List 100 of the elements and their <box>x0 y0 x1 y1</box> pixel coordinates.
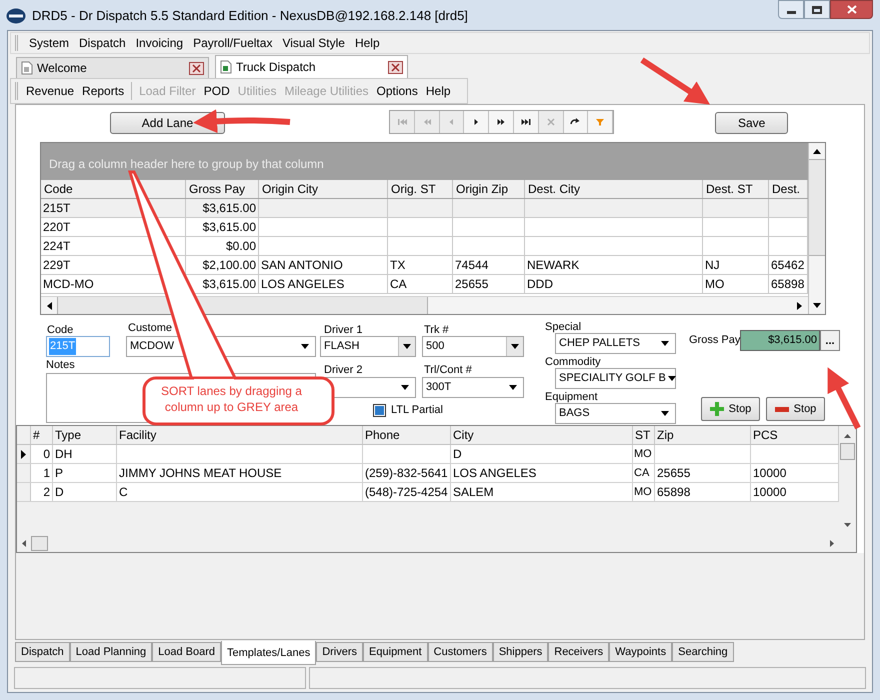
bottom-tab[interactable]: Dispatch <box>15 642 70 662</box>
bottom-tab[interactable]: Waypoints <box>609 642 672 662</box>
toolbar-item[interactable]: Revenue <box>22 82 78 100</box>
column-header[interactable]: Origin City <box>259 180 388 198</box>
funnel-icon <box>594 116 606 128</box>
column-header[interactable]: # <box>31 426 53 444</box>
column-header[interactable]: Orig. ST <box>388 180 453 198</box>
table-cell: LOS ANGELES <box>261 277 344 291</box>
field-label: Code <box>47 324 74 336</box>
caret-icon <box>511 344 519 349</box>
remove-stop-button[interactable]: Stop <box>766 397 825 421</box>
left-arrow-icon <box>46 302 52 310</box>
navigator-button[interactable] <box>514 111 539 133</box>
table-cell: MO <box>705 277 724 291</box>
table-cell: CA <box>390 277 407 291</box>
table-cell: MCD-MO <box>43 277 94 291</box>
table-cell: 1 <box>43 466 50 480</box>
bottom-tab[interactable]: Searching <box>672 642 734 662</box>
driver-dropdown[interactable]: FLASH <box>320 336 416 357</box>
checkbox-label: LTL Partial <box>391 403 443 418</box>
column-header[interactable]: Dest. ST <box>703 180 769 198</box>
truck-dropdown[interactable]: 500 <box>422 336 524 357</box>
maximize-button[interactable] <box>804 0 830 19</box>
menu-item[interactable]: Help <box>350 34 385 52</box>
table-cell: NEWARK <box>527 258 580 272</box>
close-icon[interactable] <box>388 60 403 74</box>
caret-icon <box>401 385 409 390</box>
table-row[interactable]: MCD-MO $3,615.00 LOS ANGELES CA 25655 DDD MO 65898 <box>41 275 808 294</box>
toolbar-item[interactable]: Options <box>372 82 422 100</box>
minimize-button[interactable] <box>778 0 804 19</box>
menu-item[interactable]: Payroll/Fueltax <box>188 34 278 52</box>
scrollbar-thumb[interactable] <box>31 536 48 551</box>
gross-pay-field[interactable]: $3,615.00 <box>740 330 820 351</box>
trailer-dropdown[interactable]: 300T <box>422 377 524 398</box>
table-cell: D <box>55 485 64 499</box>
caret-icon <box>301 344 309 349</box>
table-cell: 2 <box>43 485 50 499</box>
caret-icon <box>661 341 669 346</box>
navigator-button[interactable] <box>564 111 588 133</box>
current-row-icon <box>21 450 26 458</box>
bottom-tab[interactable]: Drivers <box>316 642 364 662</box>
document-tab[interactable]: Welcome <box>16 57 209 78</box>
table-row[interactable]: 229T $2,100.00 SAN ANTONIO TX 74544 NEWARK NJ 65462 <box>41 256 808 275</box>
toolbar-item[interactable]: Reports <box>78 82 128 100</box>
table-cell: (548)-725-4254 <box>365 485 448 499</box>
close-button[interactable] <box>830 0 873 19</box>
column-header[interactable]: Gross Pay <box>186 180 259 198</box>
menu-item[interactable]: Dispatch <box>74 34 131 52</box>
more-button[interactable]: ... <box>820 330 840 351</box>
toolbar-item[interactable]: POD <box>200 82 234 100</box>
bottom-tab[interactable]: Load Planning <box>70 642 152 662</box>
document-icon <box>220 60 232 74</box>
table-cell: 10000 <box>753 485 786 499</box>
close-icon[interactable] <box>189 62 204 74</box>
column-header[interactable]: Origin Zip <box>453 180 525 198</box>
toolbar-item[interactable]: Help <box>422 82 455 100</box>
up-arrow-icon <box>844 434 851 438</box>
save-button[interactable]: Save <box>715 112 788 134</box>
table-row[interactable]: 220T $3,615.00 <box>41 218 808 237</box>
field-label: Special <box>545 321 582 333</box>
column-header[interactable]: Phone <box>363 426 451 444</box>
column-header[interactable]: ST <box>633 426 655 444</box>
annotation-arrow <box>640 58 710 105</box>
special-dropdown[interactable]: CHEP PALLETS <box>555 333 676 354</box>
menu-item[interactable]: Visual Style <box>277 34 350 52</box>
bottom-tab[interactable]: Receivers <box>548 642 610 662</box>
table-row[interactable]: 215T $3,615.00 <box>41 199 808 218</box>
row-indicator[interactable] <box>17 445 31 463</box>
table-row[interactable]: 224T $0.00 <box>41 237 808 256</box>
bottom-tab[interactable]: Templates/Lanes <box>221 641 316 665</box>
down-arrow-icon <box>813 303 821 308</box>
document-tab[interactable]: Truck Dispatch <box>215 55 408 78</box>
scrollbar-thumb[interactable] <box>58 297 428 314</box>
scrollbar-thumb[interactable] <box>809 160 825 256</box>
app-logo-icon <box>6 8 26 24</box>
column-header[interactable]: Zip <box>655 426 751 444</box>
navigator-button[interactable] <box>489 111 514 133</box>
menu-item[interactable]: Invoicing <box>130 34 188 52</box>
bottom-tab[interactable]: Shippers <box>492 642 548 662</box>
bottom-tab[interactable]: Equipment <box>363 642 428 662</box>
equipment-dropdown[interactable]: BAGS <box>555 403 676 424</box>
document-icon <box>21 61 33 75</box>
column-header[interactable]: Dest. City <box>525 180 703 198</box>
menu-item[interactable]: System <box>24 34 74 52</box>
table-cell: $2,100.00 <box>202 258 256 272</box>
bottom-tab[interactable]: Customers <box>428 642 493 662</box>
bottom-tab[interactable]: Load Board <box>152 642 222 662</box>
commodity-dropdown[interactable]: SPECIALITY GOLF B <box>555 368 676 389</box>
column-header[interactable]: City <box>451 426 633 444</box>
right-arrow-icon <box>797 302 802 310</box>
first-record-icon <box>396 116 408 128</box>
column-header[interactable]: PCS <box>751 426 839 444</box>
table-cell: 224T <box>43 239 70 253</box>
ltl-checkbox[interactable] <box>373 404 386 417</box>
table-cell: 220T <box>43 220 70 234</box>
add-stop-button[interactable]: Stop <box>701 397 760 421</box>
table-cell: 0 <box>43 447 50 461</box>
table-cell: 229T <box>43 258 70 272</box>
scrollbar-thumb[interactable] <box>840 443 855 460</box>
column-header[interactable]: Type <box>53 426 117 444</box>
